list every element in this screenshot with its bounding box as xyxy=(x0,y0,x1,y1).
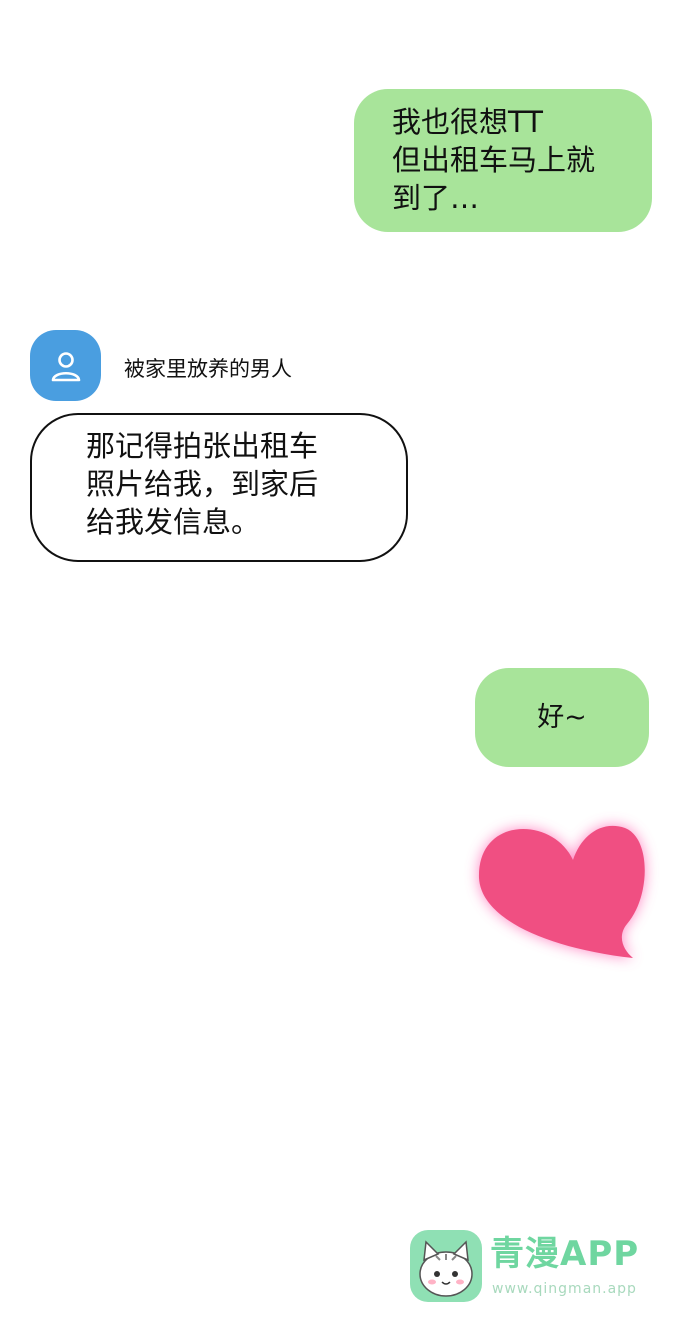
heart-sticker[interactable] xyxy=(455,808,660,978)
heart-icon xyxy=(478,825,645,958)
cat-icon xyxy=(410,1230,482,1302)
message-text: 我也很想TT 但出租车马上就 到了… xyxy=(392,105,596,215)
message-text: 好~ xyxy=(537,701,587,733)
watermark: 青漫APP www.qingman.app xyxy=(410,1228,670,1306)
avatar[interactable] xyxy=(30,330,101,401)
contact-name: 被家里放养的男人 xyxy=(124,357,292,381)
watermark-url: www.qingman.app xyxy=(492,1281,637,1297)
outgoing-message-bubble[interactable]: 好~ xyxy=(475,668,649,767)
outgoing-message-bubble[interactable]: 我也很想TT 但出租车马上就 到了… xyxy=(354,89,652,232)
incoming-message-bubble[interactable]: 那记得拍张出租车 照片给我，到家后 给我发信息。 xyxy=(30,413,408,562)
person-icon xyxy=(51,351,80,381)
message-text: 那记得拍张出租车 照片给我，到家后 给我发信息。 xyxy=(86,429,319,539)
watermark-brand: 青漫APP xyxy=(490,1234,640,1274)
